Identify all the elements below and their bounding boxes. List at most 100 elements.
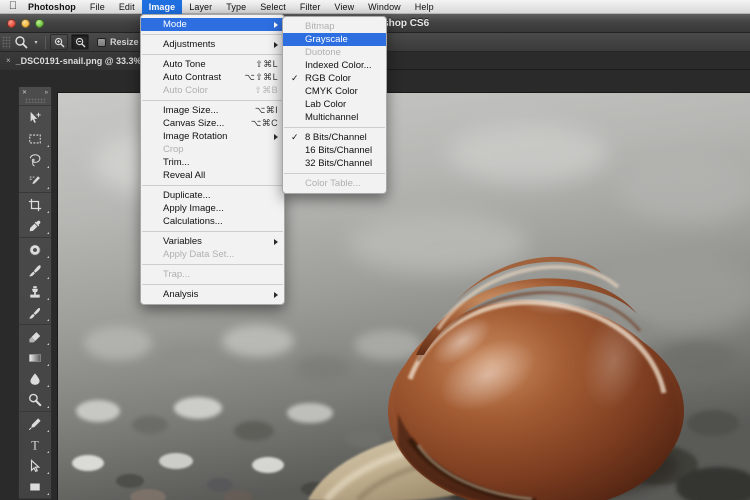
menu-item-label: Apply Image...	[163, 203, 224, 214]
mode-item-multichannel[interactable]: Multichannel	[283, 111, 386, 124]
chevron-right-icon	[274, 41, 278, 48]
chevron-right-icon	[274, 238, 278, 245]
menu-item-analysis[interactable]: Analysis	[141, 288, 284, 301]
zoom-out-button[interactable]	[71, 34, 89, 50]
menu-item-label: Color Table...	[305, 178, 361, 189]
eraser-tool[interactable]	[19, 326, 51, 347]
apple-logo-icon[interactable]: 	[5, 1, 21, 12]
zoom-in-button[interactable]	[50, 34, 68, 50]
menu-item-duplicate[interactable]: Duplicate...	[141, 189, 284, 202]
crop-tool[interactable]	[19, 194, 51, 215]
menubar-item-file[interactable]: File	[83, 0, 112, 14]
menu-item-image-size[interactable]: Image Size... ⌥⌘I	[141, 104, 284, 117]
menubar-item-help[interactable]: Help	[408, 0, 441, 14]
menu-separator	[142, 185, 283, 186]
menu-item-label: Duplicate...	[163, 190, 211, 201]
chevron-right-icon	[274, 133, 278, 140]
menubar-item-select[interactable]: Select	[253, 0, 293, 14]
menubar-item-window[interactable]: Window	[361, 0, 408, 14]
resize-window-checkbox[interactable]	[97, 37, 106, 47]
path-selection-tool[interactable]	[19, 455, 51, 476]
menu-item-variables[interactable]: Variables	[141, 235, 284, 248]
menu-item-crop: Crop	[141, 143, 284, 156]
menu-item-label: Mode	[163, 19, 187, 30]
menu-item-label: 16 Bits/Channel	[305, 145, 373, 156]
menu-item-label: Image Rotation	[163, 131, 228, 142]
menubar-item-photoshop[interactable]: Photoshop	[21, 0, 83, 14]
chevron-right-icon	[274, 21, 278, 28]
options-bar-grip[interactable]	[2, 35, 11, 49]
menubar-item-type[interactable]: Type	[219, 0, 253, 14]
blur-tool[interactable]	[19, 368, 51, 389]
mode-item-32-bits-channel[interactable]: 32 Bits/Channel	[283, 157, 386, 170]
menu-item-mode[interactable]: Mode	[141, 18, 284, 31]
collapse-icon[interactable]: ✕	[22, 89, 27, 96]
menu-item-label: Duotone	[305, 47, 341, 58]
mode-item-16-bits-channel[interactable]: 16 Bits/Channel	[283, 144, 386, 157]
mode-item-8-bits-channel[interactable]: ✓ 8 Bits/Channel	[283, 131, 386, 144]
tool-panel-header[interactable]: ✕ »	[19, 87, 51, 98]
menu-item-trap: Trap...	[141, 268, 284, 281]
mode-item-cmyk-color[interactable]: CMYK Color	[283, 85, 386, 98]
menu-item-label: Apply Data Set...	[163, 249, 235, 260]
mode-item-lab-color[interactable]: Lab Color	[283, 98, 386, 111]
menu-item-calculations[interactable]: Calculations...	[141, 215, 284, 228]
tool-panel-grip[interactable]	[25, 98, 45, 103]
expand-icon[interactable]: »	[45, 90, 48, 96]
tool-preset-chevron-down-icon[interactable]: ▾	[31, 39, 41, 46]
menu-item-label: Trap...	[163, 269, 191, 280]
menu-item-label: Crop	[163, 144, 184, 155]
menu-item-label: Variables	[163, 236, 202, 247]
menu-item-label: Auto Color	[163, 85, 208, 96]
mode-item-indexed-color[interactable]: Indexed Color...	[283, 59, 386, 72]
menu-item-label: Analysis	[163, 289, 199, 300]
rectangular-marquee-tool[interactable]	[19, 128, 51, 149]
zoom-tool-icon[interactable]	[11, 33, 31, 52]
svg-text:T: T	[31, 438, 39, 452]
lasso-tool[interactable]	[19, 149, 51, 170]
eyedropper-tool[interactable]	[19, 215, 51, 236]
mode-submenu: Bitmap Grayscale Duotone Indexed Color..…	[282, 16, 387, 194]
menu-separator	[142, 34, 283, 35]
menubar-item-layer[interactable]: Layer	[182, 0, 219, 14]
menu-item-apply-image[interactable]: Apply Image...	[141, 202, 284, 215]
menu-separator	[142, 54, 283, 55]
menu-separator	[142, 284, 283, 285]
history-brush-tool[interactable]	[19, 302, 51, 323]
pen-tool[interactable]	[19, 413, 51, 434]
menubar-item-view[interactable]: View	[327, 0, 361, 14]
mode-item-rgb-color[interactable]: ✓ RGB Color	[283, 72, 386, 85]
tool-group-retouch	[19, 237, 51, 324]
checkmark-icon: ✓	[291, 73, 299, 83]
tool-group-select	[19, 105, 51, 192]
quick-selection-tool[interactable]	[19, 170, 51, 191]
menu-item-apply-data-set: Apply Data Set...	[141, 248, 284, 261]
menu-item-reveal-all[interactable]: Reveal All	[141, 169, 284, 182]
menu-item-label: Lab Color	[305, 99, 347, 110]
dodge-tool[interactable]	[19, 389, 51, 410]
close-icon[interactable]: ×	[6, 56, 11, 65]
menu-item-shortcut: ⌥⌘C	[250, 118, 278, 128]
menu-item-adjustments[interactable]: Adjustments	[141, 38, 284, 51]
menubar-item-image[interactable]: Image	[141, 0, 183, 14]
menu-item-auto-tone[interactable]: Auto Tone ⇧⌘L	[141, 58, 284, 71]
menu-item-shortcut: ⌥⌘I	[254, 105, 278, 115]
menu-item-auto-contrast[interactable]: Auto Contrast ⌥⇧⌘L	[141, 71, 284, 84]
menu-item-trim[interactable]: Trim...	[141, 156, 284, 169]
menu-separator	[142, 264, 283, 265]
brush-tool[interactable]	[19, 260, 51, 281]
menubar-item-filter[interactable]: Filter	[293, 0, 328, 14]
move-tool[interactable]	[19, 107, 51, 128]
menu-item-label: Auto Contrast	[163, 72, 222, 83]
menu-item-shortcut: ⇧⌘L	[255, 59, 278, 69]
mode-item-grayscale[interactable]: Grayscale	[283, 33, 386, 46]
menu-item-image-rotation[interactable]: Image Rotation	[141, 130, 284, 143]
rectangle-tool[interactable]	[19, 476, 51, 497]
menu-item-label: Canvas Size...	[163, 118, 225, 129]
clone-stamp-tool[interactable]	[19, 281, 51, 302]
type-tool[interactable]: T	[19, 434, 51, 455]
menu-item-canvas-size[interactable]: Canvas Size... ⌥⌘C	[141, 117, 284, 130]
spot-healing-brush-tool[interactable]	[19, 239, 51, 260]
gradient-tool[interactable]	[19, 347, 51, 368]
menubar-item-edit[interactable]: Edit	[112, 0, 142, 14]
